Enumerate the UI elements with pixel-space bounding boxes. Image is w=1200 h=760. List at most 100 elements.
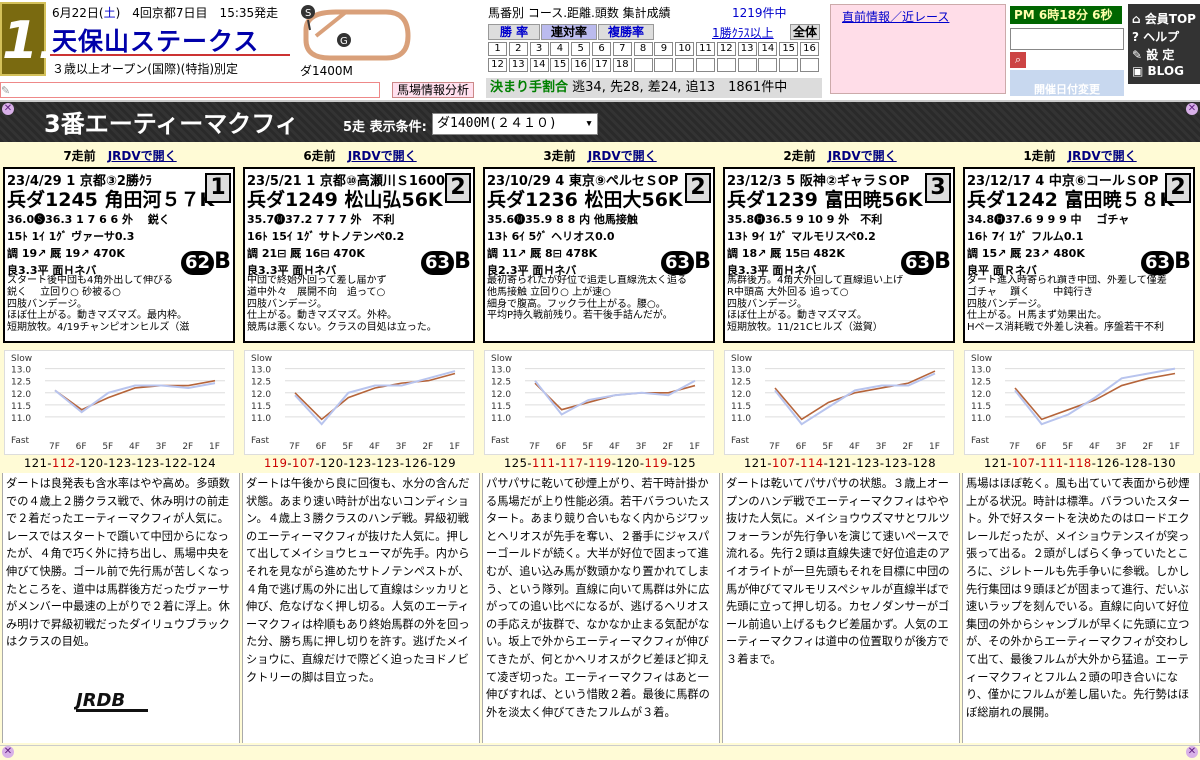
- run-column: 1走前 JRDVで開く 23/12/17 4 中京⑥コールＳOP 兵ダ1242 …: [962, 145, 1200, 745]
- lap-value: 123: [884, 456, 908, 470]
- jrdb-logo: JRDB: [74, 690, 148, 712]
- comment-line: 四肢バンデージ。: [727, 298, 807, 310]
- grid-cell[interactable]: 1: [488, 42, 507, 56]
- bottom-bar: [0, 745, 1200, 760]
- lap-value: 129: [432, 456, 457, 470]
- lap-times: 121-112-120-123-123-122-124: [23, 456, 217, 470]
- run-comment: 馬群後方。4角大外回して直線追い上げ R中頭高 大外回る 追って○ 四肢バンデージ。…: [727, 275, 953, 341]
- close-icon[interactable]: ✕: [2, 746, 14, 758]
- tab-rentai-rate[interactable]: 連対率: [541, 24, 597, 40]
- lap-chart-svg: 13.0 12.5 12.0 11.5 11.0 Slow Fast 7F 6F 5F 4F 3F 2F…: [251, 354, 465, 452]
- run-label: 6走前: [303, 149, 336, 163]
- menu-settings[interactable]: ✎ 設 定: [1132, 46, 1174, 63]
- grid-cell[interactable]: 15: [550, 58, 570, 72]
- score-badge: 63 B: [661, 249, 713, 275]
- lap-series-line: [534, 382, 696, 411]
- run-header: 7走前 JRDVで開く: [2, 147, 238, 164]
- comment-line: 競馬は悪くない。クラスの目処は立った。: [247, 322, 437, 334]
- x-tick-label: 4F: [369, 442, 380, 452]
- menu-help[interactable]: ? ヘルプ: [1132, 28, 1179, 45]
- tab-win-rate[interactable]: 勝 率: [488, 24, 540, 40]
- close-icon[interactable]: ✕: [1186, 746, 1198, 758]
- x-tick-label: 7F: [1009, 442, 1020, 452]
- grid-cell[interactable]: 16: [800, 42, 819, 56]
- y-tick-label: 12.0: [11, 390, 31, 400]
- weight-line: 調 18↗ 厩 15⊟ 482K: [727, 247, 845, 260]
- lap-value: 123: [136, 456, 160, 470]
- grid-cell[interactable]: 18: [612, 58, 632, 72]
- run-card: 23/4/29 1 京都③2勝ｸﾗ 兵ダ1245 角田河５７K 1 36.0🅢3…: [3, 167, 235, 343]
- lap-value: 119: [263, 456, 288, 470]
- grid-cell[interactable]: 14: [758, 42, 778, 56]
- run-column: 6走前 JRDVで開く 23/5/21 1 京都⑩高瀬川Ｓ1600 兵ダ1249…: [242, 145, 480, 745]
- date-input[interactable]: [1010, 28, 1124, 50]
- close-icon[interactable]: ✕: [1186, 103, 1198, 115]
- grid-cell-empty: [758, 58, 778, 72]
- tab-fukusho-rate[interactable]: 複勝率: [598, 24, 654, 40]
- comment-line: 四肢バンデージ。: [247, 298, 327, 310]
- magnifier-icon[interactable]: ⌕: [1010, 52, 1026, 68]
- jrdv-link[interactable]: JRDVで開く: [828, 149, 897, 163]
- grid-cell[interactable]: 3: [529, 42, 549, 56]
- run-comment: スタート後中団も4角外出して伸びる 鋭く 立回り○ 砂被る○ 四肢バンデージ。 ほぼ仕…: [7, 275, 233, 341]
- jrdv-link[interactable]: JRDVで開く: [1068, 149, 1137, 163]
- grid-cell[interactable]: 13: [508, 58, 528, 72]
- grid-cell[interactable]: 2: [508, 42, 528, 56]
- grid-cell[interactable]: 8: [633, 42, 653, 56]
- comment-line: 短期放牧。11/21Cヒルズ（滋賀）: [727, 322, 883, 334]
- x-tick-label: 6F: [796, 442, 807, 452]
- score-grade: B: [454, 249, 471, 274]
- comment-line: Hペース消耗戦で外差し決着。序盤若干不利: [967, 322, 1165, 334]
- comment-line: 仕上がる。動きマズマズ。外枠。: [247, 310, 397, 322]
- score-grade: B: [934, 249, 951, 274]
- lap-times: 121-107-111-118-126-128-130: [983, 456, 1177, 470]
- lap-value: 119: [644, 456, 668, 470]
- lap-times: 119-107-120-123-123-126-129: [263, 456, 457, 470]
- news-link[interactable]: 直前情報／近レース: [842, 8, 949, 25]
- menu-blog[interactable]: ▣ BLOG: [1132, 64, 1184, 78]
- tab-first-class[interactable]: 1勝ｸﾗｽ以上: [712, 24, 774, 41]
- date-prefix: 6月22日(: [52, 6, 104, 20]
- condition-select[interactable]: ダ1400M(２４１０) ▾: [432, 113, 598, 135]
- track-analysis-button[interactable]: 馬場情報分析: [392, 82, 475, 98]
- date-change-button[interactable]: 開催日付変更: [1010, 70, 1124, 96]
- grid-cell[interactable]: 9: [654, 42, 674, 56]
- menu-member-top[interactable]: ⌂ 会員TOP: [1132, 10, 1196, 27]
- grid-cell[interactable]: 11: [696, 42, 715, 56]
- memo-bar[interactable]: ✎: [0, 82, 380, 98]
- pace-line: 35.7🅜37.2 7 7 7 外 不利: [247, 213, 395, 226]
- grid-cell-empty: [800, 58, 819, 72]
- grid-cell-empty: [675, 58, 695, 72]
- grid-cell[interactable]: 16: [571, 58, 591, 72]
- grid-cell[interactable]: 12: [488, 58, 507, 72]
- lap-value: 122: [164, 456, 188, 470]
- grid-cell[interactable]: 14: [529, 58, 549, 72]
- grid-cell[interactable]: 13: [737, 42, 757, 56]
- grid-cell[interactable]: 17: [592, 58, 611, 72]
- y-tick-label: 11.5: [491, 402, 511, 412]
- run-column: 3走前 JRDVで開く 23/10/29 4 東京⑨ペルセＳOP 兵ダ1236 …: [482, 145, 720, 745]
- grid-cell[interactable]: 6: [592, 42, 611, 56]
- lap-value: 128: [912, 456, 937, 470]
- y-tick-label: 13.0: [251, 366, 271, 376]
- lap-value: 124: [192, 456, 217, 470]
- lap-times: 125-111-117-119-120-119-125: [503, 456, 697, 470]
- grid-cell[interactable]: 5: [571, 42, 591, 56]
- grid-cell[interactable]: 12: [716, 42, 736, 56]
- jrdv-link[interactable]: JRDVで開く: [108, 149, 177, 163]
- lap-chart-svg: 13.0 12.5 12.0 11.5 11.0 Slow Fast 7F 6F 5F 4F 3F 2F…: [731, 354, 945, 452]
- tab-all[interactable]: 全体: [790, 24, 820, 40]
- comment-line: 細身で腹高。フックラ仕上がる。腰○。: [487, 298, 666, 310]
- result-line: 13ﾄ 9ｲ 1ｸﾞ マルモリスペ0.2: [727, 230, 876, 243]
- jrdv-link[interactable]: JRDVで開く: [588, 149, 657, 163]
- close-icon[interactable]: ✕: [2, 103, 14, 115]
- grid-cell[interactable]: 10: [675, 42, 695, 56]
- lap-value: 125: [672, 456, 697, 470]
- grid-cell[interactable]: 4: [550, 42, 570, 56]
- fast-label: Fast: [11, 436, 30, 446]
- jrdv-link[interactable]: JRDVで開く: [348, 149, 417, 163]
- grid-cell[interactable]: 15: [779, 42, 799, 56]
- x-tick-label: 1F: [209, 442, 220, 452]
- lap-value: 123: [376, 456, 400, 470]
- grid-cell[interactable]: 7: [612, 42, 632, 56]
